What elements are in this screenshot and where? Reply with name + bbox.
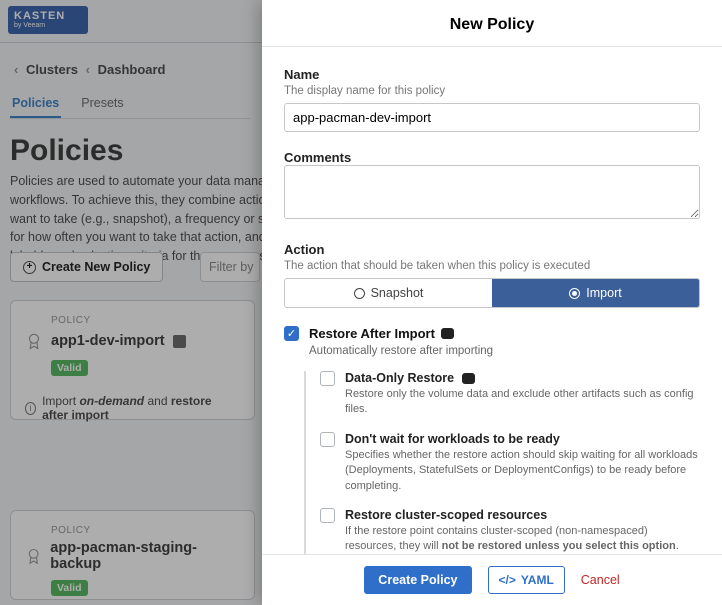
name-input[interactable] [284, 103, 700, 132]
create-policy-button[interactable]: Create Policy [364, 566, 471, 594]
restore-cluster-scoped-hint: If the restore point contains cluster-sc… [345, 524, 700, 554]
dont-wait-label: Don't wait for workloads to be ready [345, 432, 700, 446]
action-snapshot-option[interactable]: Snapshot [285, 279, 492, 307]
comments-label: Comments [284, 150, 700, 165]
comments-input[interactable] [284, 165, 700, 219]
radio-icon [569, 288, 580, 299]
restore-after-import-hint: Automatically restore after importing [309, 343, 493, 359]
data-only-restore-checkbox[interactable] [320, 371, 335, 386]
restore-cluster-scoped-label: Restore cluster-scoped resources [345, 508, 700, 522]
name-hint: The display name for this policy [284, 85, 700, 97]
restore-after-import-label: Restore After Import [309, 326, 435, 341]
action-hint: The action that should be taken when thi… [284, 260, 700, 272]
yaml-button[interactable]: </> YAML [488, 566, 565, 594]
name-label: Name [284, 67, 700, 82]
new-policy-drawer: New Policy Name The display name for thi… [262, 0, 722, 605]
drawer-title: New Policy [262, 0, 722, 47]
restore-cluster-scoped-checkbox[interactable] [320, 508, 335, 523]
radio-icon [354, 288, 365, 299]
code-icon: </> [499, 573, 516, 587]
restore-after-import-checkbox[interactable]: ✓ [284, 326, 299, 341]
action-import-option[interactable]: Import [492, 279, 699, 307]
data-only-restore-hint: Restore only the volume data and exclude… [345, 387, 700, 418]
action-label: Action [284, 242, 700, 257]
tooltip-icon[interactable] [462, 373, 475, 384]
dont-wait-checkbox[interactable] [320, 432, 335, 447]
dont-wait-hint: Specifies whether the restore action sho… [345, 448, 700, 494]
cancel-button[interactable]: Cancel [581, 573, 620, 587]
action-toggle: Snapshot Import [284, 278, 700, 308]
tooltip-icon[interactable] [441, 328, 454, 339]
yaml-label: YAML [521, 573, 554, 587]
data-only-restore-label: Data-Only Restore [345, 371, 454, 385]
